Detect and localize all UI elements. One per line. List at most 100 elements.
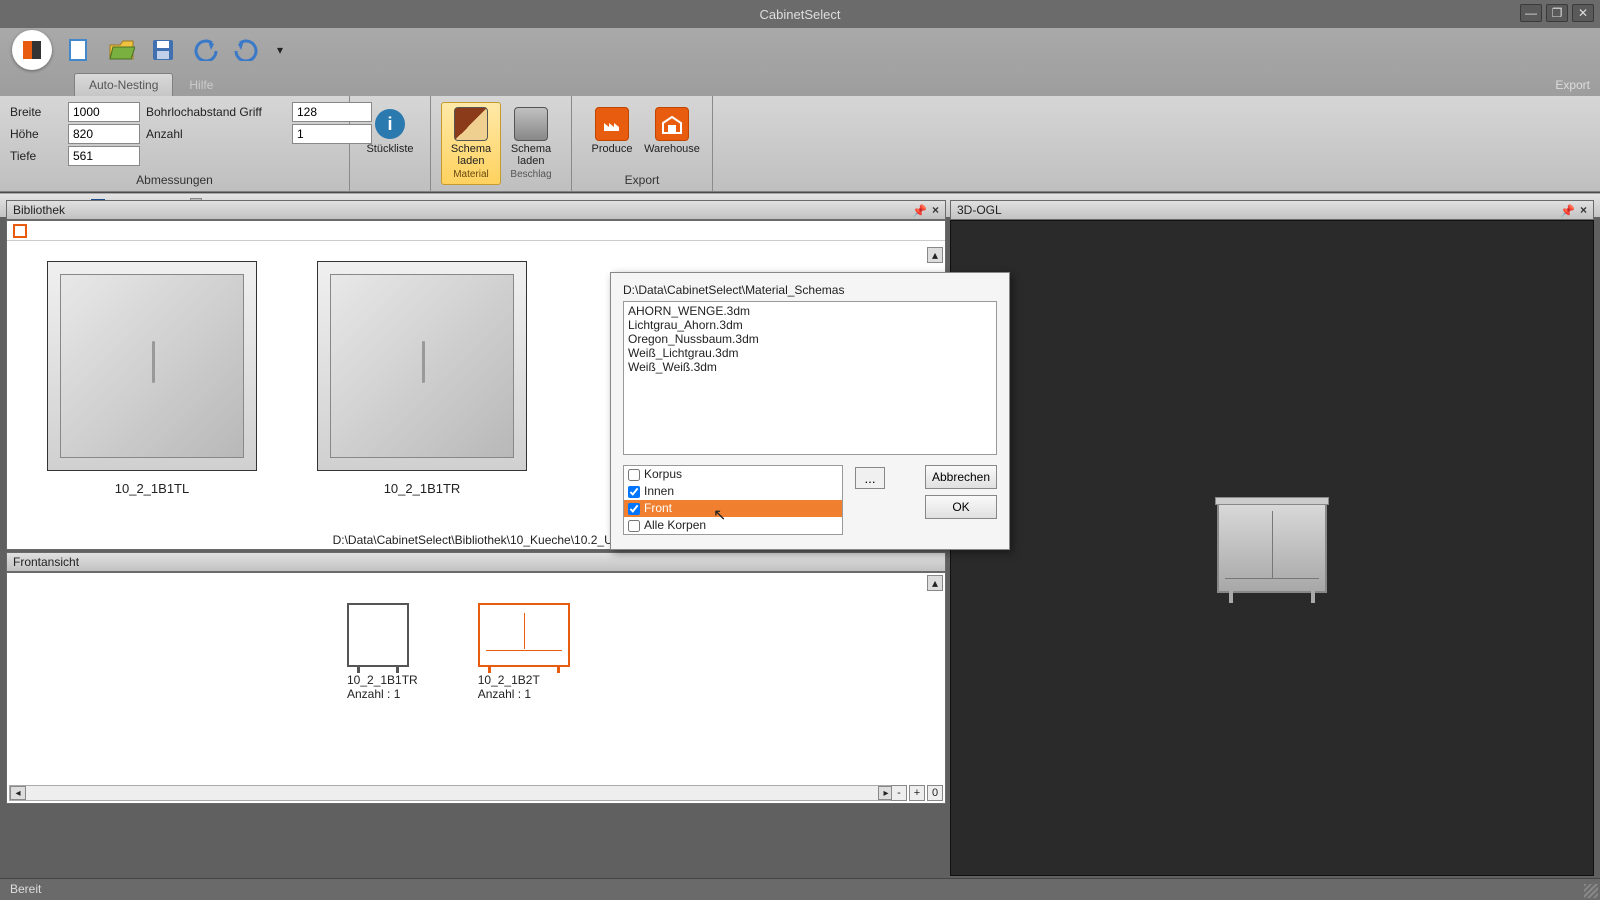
schema-label-1: Schema laden <box>444 143 498 167</box>
cancel-button[interactable]: Abbrechen <box>925 465 997 489</box>
schema-sub-beschlag: Beschlag <box>510 169 551 180</box>
library-item-label: 10_2_1B1TL <box>47 481 257 496</box>
frontansicht-panel: Frontansicht ▴ 10_2_1B1TR Anzahl : 1 10_… <box>6 552 946 804</box>
new-icon[interactable] <box>64 35 94 65</box>
qat-dropdown-icon[interactable]: ▾ <box>274 35 286 65</box>
minimize-button[interactable]: — <box>1520 4 1542 22</box>
schema-label-2: Schema laden <box>504 143 558 167</box>
list-item[interactable]: Oregon_Nussbaum.3dm <box>626 332 994 346</box>
pin-icon[interactable]: 📌 <box>1560 204 1572 216</box>
list-item[interactable]: Weiß_Weiß.3dm <box>626 360 994 374</box>
dialog-path: D:\Data\CabinetSelect\Material_Schemas <box>623 283 997 297</box>
ok-button[interactable]: OK <box>925 495 997 519</box>
ribbon-tabs: Auto-Nesting Hilfe Export <box>0 72 1600 96</box>
zoom-minus-button[interactable]: - <box>891 785 907 801</box>
3d-viewport-panel: 3D-OGL 📌 × <box>950 200 1594 876</box>
warehouse-label: Warehouse <box>644 143 700 155</box>
label-breite: Breite <box>10 105 62 119</box>
front-item-qty: Anzahl : 1 <box>347 687 418 701</box>
stueckliste-button[interactable]: i Stückliste <box>360 102 420 160</box>
browse-button[interactable]: ... <box>855 467 885 489</box>
label-bohrloch: Bohrlochabstand Griff <box>146 105 286 119</box>
status-bar: Bereit <box>0 878 1600 900</box>
front-item-selected[interactable]: 10_2_1B2T Anzahl : 1 <box>478 603 570 701</box>
material-icon <box>454 107 488 141</box>
library-item-label: 10_2_1B1TR <box>317 481 527 496</box>
panel-close-icon[interactable]: × <box>1580 203 1587 217</box>
library-item[interactable]: 10_2_1B1TL <box>47 261 257 496</box>
window-title: CabinetSelect <box>760 7 841 22</box>
frontansicht-title: Frontansicht <box>13 555 79 569</box>
front-item-label: 10_2_1B1TR <box>347 673 418 687</box>
panel-close-icon[interactable]: × <box>932 203 939 217</box>
produce-button[interactable]: Produce <box>582 102 642 160</box>
titlebar: CabinetSelect — ❐ ✕ <box>0 0 1600 28</box>
scroll-up-button[interactable]: ▴ <box>927 575 943 591</box>
zoom-value[interactable]: 0 <box>927 785 943 801</box>
label-hoehe: Höhe <box>10 127 62 141</box>
front-item-thumbnail <box>347 603 409 667</box>
tab-auto-nesting[interactable]: Auto-Nesting <box>74 73 173 96</box>
front-item-thumbnail <box>478 603 570 667</box>
stueckliste-label: Stückliste <box>366 143 413 155</box>
library-path: D:\Data\CabinetSelect\Bibliothek\10_Kuec… <box>333 533 620 547</box>
ribbon-container: ▾ Auto-Nesting Hilfe Export Breite Bohrl… <box>0 28 1600 193</box>
front-item-qty: Anzahl : 1 <box>478 687 570 701</box>
label-anzahl: Anzahl <box>146 127 286 141</box>
schema-file-list[interactable]: AHORN_WENGE.3dm Lichtgrau_Ahorn.3dm Oreg… <box>623 301 997 455</box>
input-tiefe[interactable] <box>68 146 140 166</box>
produce-icon <box>595 107 629 141</box>
undo-icon[interactable] <box>190 35 220 65</box>
horizontal-scrollbar[interactable]: ◂ ▸ <box>9 785 895 801</box>
checkbox-innen[interactable]: Innen <box>624 483 842 500</box>
3d-viewport[interactable] <box>950 220 1594 876</box>
save-icon[interactable] <box>148 35 178 65</box>
ribbon: Breite Bohrlochabstand Griff Höhe Anzahl… <box>0 96 1600 192</box>
list-item[interactable]: AHORN_WENGE.3dm <box>626 304 994 318</box>
beschlag-icon <box>514 107 548 141</box>
list-item[interactable]: Lichtgrau_Ahorn.3dm <box>626 318 994 332</box>
input-hoehe[interactable] <box>68 124 140 144</box>
filter-icon[interactable] <box>13 224 27 238</box>
cabinet-thumbnail <box>47 261 257 471</box>
group-title-export: Export <box>582 171 702 189</box>
apply-to-list: Korpus Innen Front Alle Korpen <box>623 465 843 535</box>
bibliothek-title: Bibliothek <box>13 203 65 217</box>
redo-icon[interactable] <box>232 35 262 65</box>
app-logo[interactable] <box>12 30 52 70</box>
tab-hilfe[interactable]: Hilfe <box>175 74 227 96</box>
group-title-abmessungen: Abmessungen <box>10 171 339 189</box>
library-item[interactable]: 10_2_1B1TR <box>317 261 527 496</box>
front-item-label: 10_2_1B2T <box>478 673 570 687</box>
schema-laden-material-button[interactable]: Schema laden Material <box>441 102 501 185</box>
ribbon-group-schema: Schema laden Material Schema laden Besch… <box>431 96 572 191</box>
quick-access-toolbar: ▾ <box>0 28 1600 72</box>
resize-grip[interactable] <box>1584 884 1598 898</box>
checkbox-front[interactable]: Front <box>624 500 842 517</box>
cabinet-3d-model <box>1217 503 1327 593</box>
input-breite[interactable] <box>68 102 140 122</box>
produce-label: Produce <box>592 143 633 155</box>
cabinet-thumbnail <box>317 261 527 471</box>
schema-sub-material: Material <box>453 169 489 180</box>
status-text: Bereit <box>10 882 41 896</box>
scroll-up-button[interactable]: ▴ <box>927 247 943 263</box>
checkbox-korpus[interactable]: Korpus <box>624 466 842 483</box>
close-button[interactable]: ✕ <box>1572 4 1594 22</box>
label-tiefe: Tiefe <box>10 149 62 163</box>
warehouse-icon <box>655 107 689 141</box>
front-item[interactable]: 10_2_1B1TR Anzahl : 1 <box>347 603 418 701</box>
open-icon[interactable] <box>106 35 136 65</box>
ribbon-group-abmessungen: Breite Bohrlochabstand Griff Höhe Anzahl… <box>0 96 350 191</box>
schema-laden-beschlag-button[interactable]: Schema laden Beschlag <box>501 102 561 185</box>
scroll-left-icon[interactable]: ◂ <box>10 786 26 800</box>
pin-icon[interactable]: 📌 <box>912 204 924 216</box>
maximize-button[interactable]: ❐ <box>1546 4 1568 22</box>
export-link[interactable]: Export <box>1555 78 1590 96</box>
warehouse-button[interactable]: Warehouse <box>642 102 702 160</box>
zoom-plus-button[interactable]: + <box>909 785 925 801</box>
ribbon-group-export: Produce Warehouse Export <box>572 96 713 191</box>
3d-title: 3D-OGL <box>957 203 1002 217</box>
checkbox-alle-korpen[interactable]: Alle Korpen <box>624 517 842 534</box>
list-item[interactable]: Weiß_Lichtgrau.3dm <box>626 346 994 360</box>
